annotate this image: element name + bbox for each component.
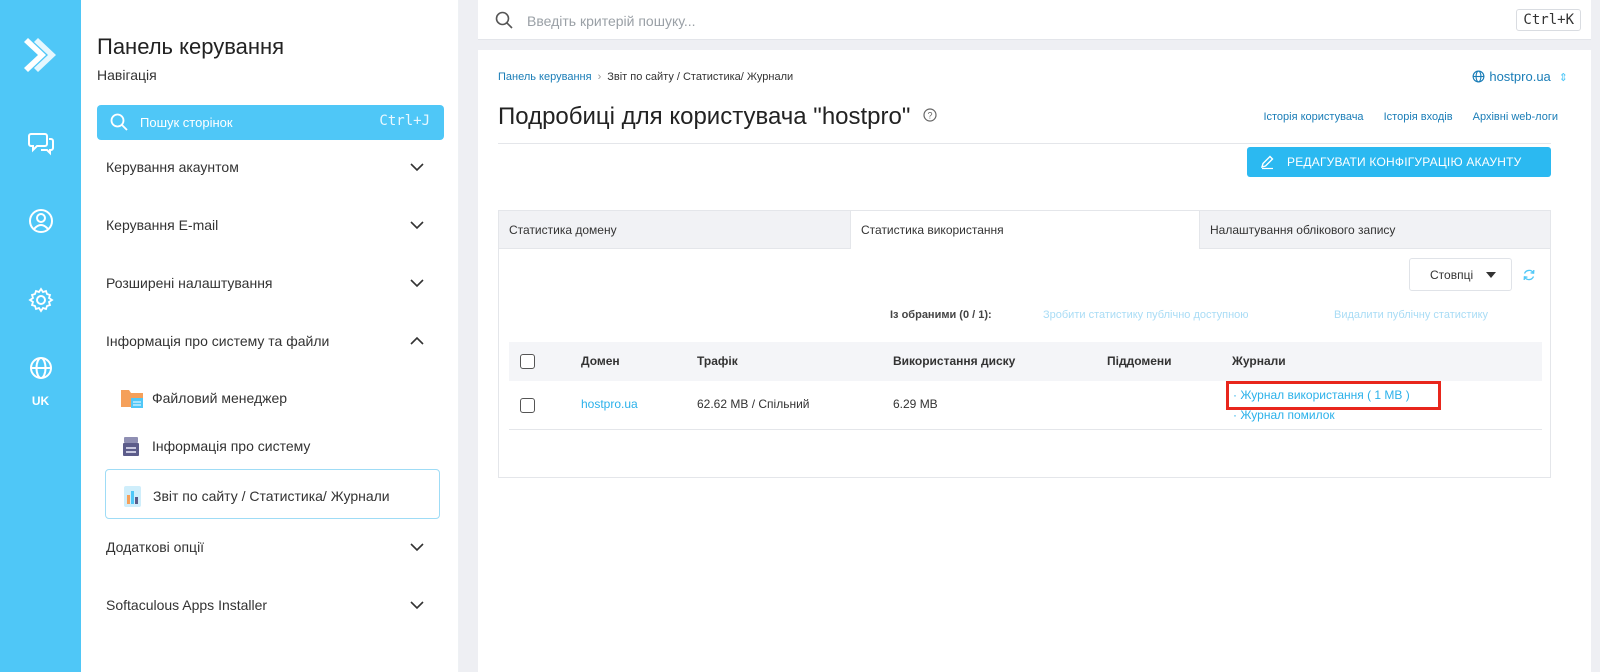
caret-down-icon	[1486, 272, 1496, 278]
tab-usage-stats[interactable]: Статистика використання	[850, 211, 1200, 249]
sidebar-search-placeholder: Пошук сторінок	[140, 115, 233, 130]
nav-section-label: Керування E-mail	[106, 217, 219, 233]
select-all-checkbox[interactable]	[520, 354, 535, 369]
link-login-history[interactable]: Історія входів	[1384, 111, 1453, 123]
sidebar-subtitle: Навігація	[97, 67, 157, 83]
search-icon	[495, 11, 513, 29]
edit-account-config-label: РЕДАГУВАТИ КОНФІГУРАЦІЮ АКАУНТУ	[1287, 155, 1522, 169]
chevron-down-icon	[410, 601, 424, 610]
nav-section-label: Softaculous Apps Installer	[106, 597, 268, 613]
column-header-traffic[interactable]: Трафік	[697, 354, 738, 368]
nav-item-file-manager[interactable]: Файловий менеджер	[105, 372, 440, 422]
edit-account-config-button[interactable]: РЕДАГУВАТИ КОНФІГУРАЦІЮ АКАУНТУ	[1247, 147, 1551, 177]
domain-selector[interactable]: hostpro.ua ⇕	[1472, 69, 1568, 84]
highlight-box	[1226, 381, 1441, 410]
breadcrumb-separator: ›	[597, 71, 602, 83]
sidebar-search-shortcut: Ctrl+J	[379, 113, 430, 129]
nav-section-extra-options[interactable]: Додаткові опції	[97, 527, 437, 567]
domain-selector-value: hostpro.ua	[1489, 69, 1551, 84]
nav-section-label: Інформація про систему та файли	[106, 333, 330, 349]
columns-dropdown-label: Стовпці	[1430, 268, 1474, 282]
table-row: hostpro.ua 62.62 MB / Спільний 6.29 MB ·…	[509, 381, 1542, 430]
tab-bar: Статистика домену Статистика використанн…	[498, 210, 1551, 249]
sort-updown-icon: ⇕	[1558, 72, 1568, 84]
nav-item-label: Файловий менеджер	[152, 390, 288, 406]
folder-icon	[121, 390, 143, 408]
page-title-text: Подробиці для користувача "hostpro"	[498, 103, 911, 130]
global-search-placeholder: Введіть критерій пошуку...	[527, 13, 696, 29]
link-archived-weblogs[interactable]: Архівні web-логи	[1473, 111, 1558, 123]
table-header: Домен Трафік Використання диску Піддомен…	[509, 342, 1542, 381]
refresh-icon[interactable]	[1522, 268, 1536, 282]
remove-public-stats-link[interactable]: Видалити публічну статистику	[1334, 309, 1488, 321]
column-header-domain[interactable]: Домен	[581, 354, 620, 368]
domain-link[interactable]: hostpro.ua	[581, 397, 638, 411]
search-icon	[110, 113, 128, 131]
chevron-down-icon	[410, 279, 424, 288]
column-header-logs: Журнали	[1232, 354, 1286, 368]
title-divider	[498, 143, 1551, 144]
tab-domain-stats[interactable]: Статистика домену	[499, 211, 850, 249]
sidebar: Панель керування Навігація Пошук сторіно…	[81, 0, 459, 672]
breadcrumb-current: Звіт по сайту / Статистика/ Журнали	[607, 71, 794, 83]
main-area: Введіть критерій пошуку... Ctrl+K Панель…	[459, 0, 1600, 672]
icon-rail: UK	[0, 0, 81, 672]
row-checkbox[interactable]	[520, 398, 535, 413]
traffic-value: 62.62 MB / Спільний	[697, 397, 810, 411]
language-label[interactable]: UK	[0, 394, 81, 408]
page-links: Історія користувача Історія входів Архів…	[1246, 111, 1558, 123]
bulk-actions-label: Із обраними (0 / 1):	[890, 309, 992, 321]
sidebar-search-input[interactable]: Пошук сторінок Ctrl+J	[97, 105, 444, 140]
tab-account-settings[interactable]: Налаштування облікового запису	[1200, 211, 1550, 249]
page-title: Подробиці для користувача "hostpro" ?	[498, 103, 937, 131]
domain-stats-card: Стовпці Із обраними (0 / 1): Зробити ста…	[498, 248, 1551, 478]
globe-icon[interactable]	[27, 354, 55, 382]
global-search-input[interactable]: Введіть критерій пошуку... Ctrl+K	[478, 0, 1591, 40]
report-icon	[124, 486, 141, 507]
nav-section-system-files[interactable]: Інформація про систему та файли	[97, 321, 437, 361]
content-panel: Панель керування › Звіт по сайту / Статист…	[478, 50, 1591, 672]
link-user-history[interactable]: Історія користувача	[1263, 111, 1363, 123]
disk-usage-value: 6.29 MB	[893, 397, 938, 411]
error-log-link[interactable]: · Журнал помилок	[1233, 408, 1335, 422]
chevron-up-icon	[410, 336, 424, 345]
nav-item-site-report[interactable]: Звіт по сайту / Статистика/ Журнали	[105, 469, 440, 519]
globe-icon	[1472, 70, 1485, 83]
nav-section-label: Додаткові опції	[106, 539, 205, 555]
chat-icon[interactable]	[27, 129, 55, 157]
breadcrumb: Панель керування › Звіт по сайту / Статист…	[498, 71, 793, 83]
global-search-shortcut: Ctrl+K	[1516, 9, 1581, 31]
nav-section-softaculous[interactable]: Softaculous Apps Installer	[97, 585, 437, 625]
help-icon[interactable]: ?	[923, 108, 937, 122]
chevron-down-icon	[410, 221, 424, 230]
column-header-subdomains[interactable]: Піддомени	[1107, 354, 1172, 368]
nav-item-label: Звіт по сайту / Статистика/ Журнали	[153, 488, 390, 504]
nav-section-advanced[interactable]: Розширені налаштування	[97, 263, 437, 303]
logo-icon[interactable]	[20, 34, 62, 76]
breadcrumb-link-home[interactable]: Панель керування	[498, 71, 592, 83]
user-icon[interactable]	[27, 207, 55, 235]
nav-section-email[interactable]: Керування E-mail	[97, 205, 437, 245]
columns-dropdown[interactable]: Стовпці	[1409, 258, 1512, 291]
sidebar-title: Панель керування	[97, 34, 285, 59]
server-icon	[123, 437, 139, 456]
column-header-disk-usage[interactable]: Використання диску	[893, 354, 1015, 368]
nav-item-system-info[interactable]: Інформація про систему	[105, 420, 440, 470]
nav-section-label: Керування акаунтом	[106, 159, 239, 175]
svg-text:?: ?	[928, 111, 933, 121]
chevron-down-icon	[410, 163, 424, 172]
chevron-down-icon	[410, 543, 424, 552]
make-stats-public-link[interactable]: Зробити статистику публічно доступною	[1043, 309, 1249, 321]
nav-section-account[interactable]: Керування акаунтом	[97, 147, 437, 187]
pencil-icon	[1260, 155, 1274, 170]
nav-section-label: Розширені налаштування	[106, 275, 273, 291]
gear-icon[interactable]	[27, 286, 55, 314]
nav-item-label: Інформація про систему	[152, 438, 311, 454]
